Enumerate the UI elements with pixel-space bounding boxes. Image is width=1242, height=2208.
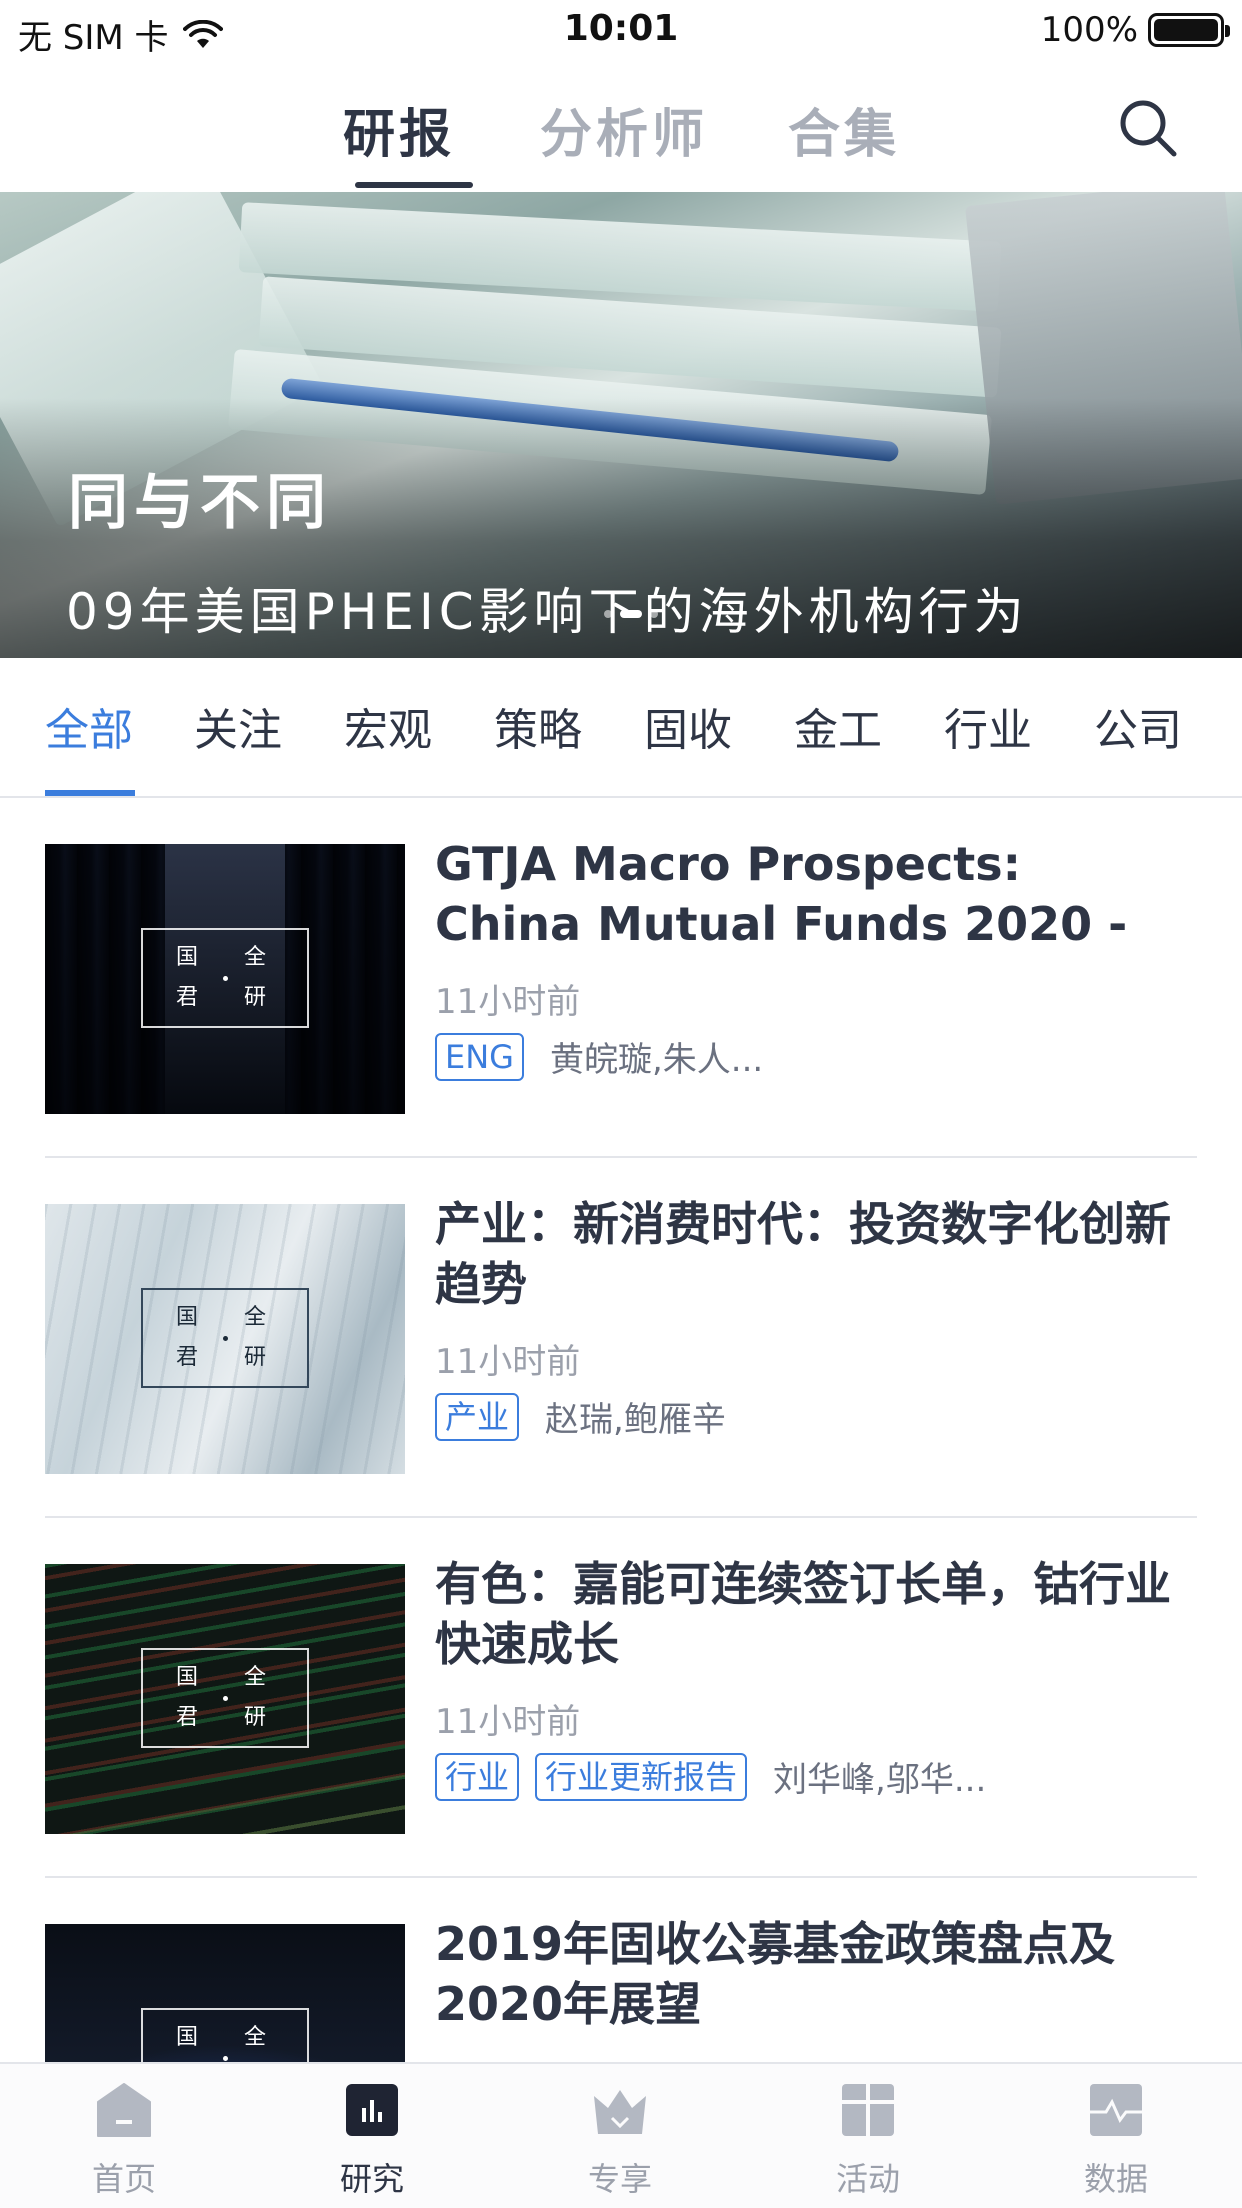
report-meta: 行业 行业更新报告 刘华峰,邬华... [435, 1752, 986, 1801]
gtja-seal-logo: 国全 君研 [141, 928, 309, 1028]
tab-label: 研究 [339, 2160, 404, 2198]
tab-research-reports[interactable]: 研报 [343, 92, 455, 167]
pager-dot [604, 610, 612, 618]
tab-label: 活动 [835, 2160, 900, 2198]
report-tag: ENG [435, 1032, 524, 1081]
report-time: 11小时前 [435, 1342, 581, 1382]
report-thumbnail: 国全 君研 [45, 1564, 405, 1834]
gtja-seal-logo: 国全 君研 [141, 1288, 309, 1388]
category-strategy[interactable]: 策略 [494, 694, 582, 758]
report-item[interactable]: 国全 君研 产业：新消费时代：投资数字化创新趋势 11小时前 产业 赵瑞,鲍雁辛 [45, 1158, 1197, 1518]
banner-subtitle: 09年美国PHEIC影响下的海外机构行为 [66, 583, 1029, 641]
report-meta: 产业 赵瑞,鲍雁辛 [435, 1392, 726, 1441]
active-tab-indicator [355, 182, 473, 188]
report-time: 11小时前 [435, 982, 581, 1022]
pager-dot-active [620, 610, 642, 618]
featured-banner[interactable]: 同与不同 09年美国PHEIC影响下的海外机构行为 [0, 192, 1242, 658]
report-tag: 行业更新报告 [535, 1752, 748, 1801]
report-title: 产业：新消费时代：投资数字化创新趋势 [435, 1197, 1171, 1311]
pulse-chart-icon [1090, 2084, 1142, 2136]
tab-exclusive[interactable]: 专享 [520, 2078, 720, 2200]
category-company[interactable]: 公司 [1094, 694, 1182, 758]
tab-analysts[interactable]: 分析师 [540, 92, 708, 167]
report-time: 11小时前 [435, 1702, 581, 1742]
report-thumbnail: 国全 君研 [45, 844, 405, 1114]
crown-icon [594, 2090, 646, 2134]
report-title: 有色：嘉能可连续签订长单，钴行业快速成长 [435, 1557, 1171, 1671]
banner-pager [604, 610, 658, 618]
report-authors: 赵瑞,鲍雁辛 [545, 1400, 726, 1440]
status-right: 100% [1040, 10, 1230, 50]
report-meta: ENG 黄皖璇,朱人... [435, 1032, 763, 1081]
report-item[interactable]: 国全 君研 有色：嘉能可连续签订长单，钴行业快速成长 11小时前 行业 行业更新… [45, 1518, 1197, 1878]
category-active-indicator [45, 790, 135, 796]
tab-research[interactable]: 研究 [272, 2078, 472, 2200]
report-thumbnail: 国全 君研 [45, 1204, 405, 1474]
pager-dot [650, 610, 658, 618]
report-tag: 产业 [435, 1392, 520, 1441]
report-authors: 刘华峰,邬华... [773, 1760, 987, 1800]
tab-home[interactable]: 首页 [24, 2078, 224, 2200]
tab-activities[interactable]: 活动 [768, 2078, 968, 2200]
tab-data[interactable]: 数据 [1016, 2078, 1216, 2200]
category-quant[interactable]: 金工 [794, 694, 882, 758]
research-chart-icon [346, 2084, 398, 2136]
report-authors: 黄皖璇,朱人... [549, 1040, 764, 1080]
category-following[interactable]: 关注 [194, 694, 282, 758]
tab-label: 数据 [1083, 2160, 1148, 2198]
category-industry[interactable]: 行业 [944, 694, 1032, 758]
banner-title: 同与不同 [68, 468, 332, 538]
category-tabs: 全部 关注 宏观 策略 固收 金工 行业 公司 [0, 658, 1242, 798]
tab-label: 专享 [587, 2160, 652, 2198]
gift-icon [842, 2084, 894, 2136]
home-icon [97, 2083, 151, 2137]
category-all[interactable]: 全部 [45, 694, 133, 758]
search-icon[interactable] [1116, 96, 1180, 160]
top-nav: 研报 分析师 合集 [0, 62, 1242, 192]
category-macro[interactable]: 宏观 [344, 694, 432, 758]
status-bar: 无 SIM 卡 10:01 100% [0, 0, 1242, 62]
gtja-seal-logo: 国全 君研 [141, 1648, 309, 1748]
category-fixed-income[interactable]: 固收 [644, 694, 732, 758]
battery-icon [1148, 13, 1230, 47]
tab-label: 首页 [91, 2160, 156, 2198]
tab-collections[interactable]: 合集 [788, 92, 900, 167]
report-item[interactable]: 国全 君研 GTJA Macro Prospects: China Mutual… [45, 798, 1197, 1158]
report-title: GTJA Macro Prospects: China Mutual Funds… [435, 837, 1128, 951]
battery-percent: 100% [1040, 10, 1138, 50]
bottom-tab-bar: 首页 研究 专享 活动 数据 [0, 2062, 1242, 2208]
report-tag: 行业 [435, 1752, 520, 1801]
report-title: 2019年固收公募基金政策盘点及2020年展望 [435, 1917, 1116, 2031]
